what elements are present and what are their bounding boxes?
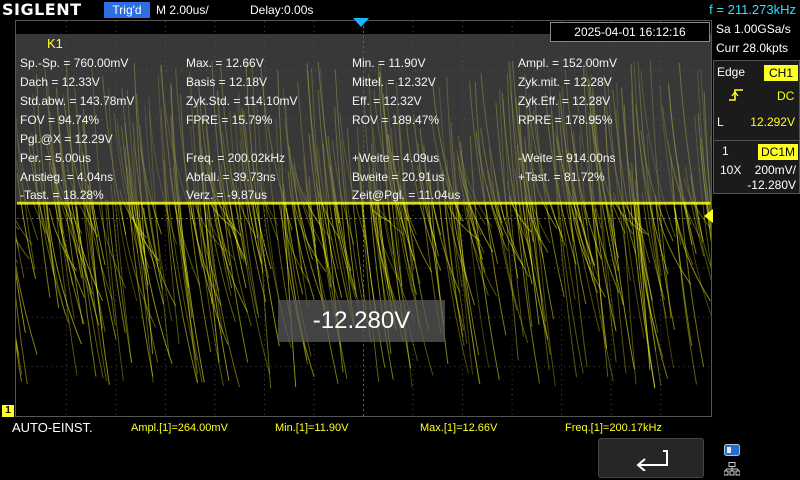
measurement-value: Zyk.Std. = 114.10mV bbox=[186, 94, 298, 108]
measurement-value: Pgl.@X = 12.29V bbox=[20, 132, 113, 146]
measurement-value: Std.abw. = 143.78mV bbox=[20, 94, 135, 108]
measurement-value: Basis = 12.18V bbox=[186, 75, 268, 89]
channel1-settings-box[interactable]: 1 DC1M 10X 200mV/ -12.280V bbox=[713, 140, 800, 194]
datetime-display: 2025-04-01 16:12:16 bbox=[550, 22, 710, 42]
measurement-value: Max. = 12.66V bbox=[186, 56, 264, 70]
measurement-value: Zyk.mit. = 12.28V bbox=[518, 75, 612, 89]
network-icon bbox=[724, 462, 740, 476]
trigger-status-badge[interactable]: Trig'd bbox=[104, 2, 150, 18]
measurement-value: +Weite = 4.09us bbox=[352, 151, 440, 165]
side-panel: Sa 1.00GSa/s Curr 28.0kpts Edge CH1 DC L… bbox=[713, 20, 800, 440]
brand-logo: SIGLENT bbox=[2, 0, 82, 19]
measurement-value: Sp.-Sp. = 760.00mV bbox=[20, 56, 129, 70]
bottom-measurement-1: Ampl.[1]=264.00mV bbox=[131, 422, 228, 434]
measurement-value: -Tast. = 18.28% bbox=[20, 188, 104, 202]
back-arrow-icon bbox=[636, 450, 668, 471]
top-bar: SIGLENT Trig'd M 2.00us/ Delay:0.00s f =… bbox=[0, 0, 800, 20]
measurement-value: RPRE = 178.95% bbox=[518, 113, 613, 127]
channel-coupling-badge: DC1M bbox=[758, 144, 798, 160]
trigger-level-value: 12.292V bbox=[750, 115, 795, 129]
measurement-value: Min. = 11.90V bbox=[352, 56, 426, 70]
trigger-coupling: DC bbox=[777, 89, 795, 103]
back-button[interactable] bbox=[598, 438, 704, 478]
trigger-level-marker[interactable] bbox=[704, 209, 713, 223]
measurement-value: FOV = 94.74% bbox=[20, 113, 100, 127]
measurement-value: Per. = 5.00us bbox=[20, 151, 92, 165]
trigger-position-marker bbox=[353, 18, 369, 27]
measurement-value: Eff. = 12.32V bbox=[352, 94, 422, 108]
memory-depth: Curr 28.0kpts bbox=[716, 41, 789, 55]
timebase-readout[interactable]: M 2.00us/ bbox=[156, 0, 209, 20]
rising-edge-icon bbox=[729, 89, 743, 101]
measurement-value: Bweite = 20.91us bbox=[352, 170, 445, 184]
measurement-panel: K1 Sp.-Sp. = 760.00mV Max. = 12.66V Min. =… bbox=[15, 34, 712, 202]
bottom-measurement-4: Freq.[1]=200.17kHz bbox=[565, 422, 662, 434]
channel-number: 1 bbox=[722, 144, 729, 158]
channel-offset: -12.280V bbox=[747, 178, 796, 192]
bottom-bar: AUTO-EINST. Ampl.[1]=264.00mV Min.[1]=11… bbox=[0, 418, 800, 480]
measurement-value: Zeit@Pgl. = 11.04us bbox=[352, 188, 461, 202]
measurement-panel-title: K1 bbox=[47, 36, 63, 51]
bottom-measurement-3: Max.[1]=12.66V bbox=[420, 422, 498, 434]
sd-card-icon bbox=[724, 444, 740, 456]
probe-attenuation: 10X bbox=[720, 163, 742, 177]
measurement-value: Dach = 12.33V bbox=[20, 75, 100, 89]
ch1-offset-marker[interactable]: 1 bbox=[2, 405, 14, 417]
trigger-source-badge: CH1 bbox=[764, 65, 798, 81]
volts-per-div: 200mV/ bbox=[754, 163, 796, 177]
frequency-counter: f = 211.273kHz bbox=[709, 2, 796, 17]
measurement-value: FPRE = 15.79% bbox=[186, 113, 273, 127]
measurement-value: Zyk.Eff. = 12.28V bbox=[518, 94, 611, 108]
delay-readout[interactable]: Delay:0.00s bbox=[250, 0, 313, 20]
measurement-value: Mittel. = 12.32V bbox=[352, 75, 436, 89]
auto-setup-label: AUTO-EINST. bbox=[12, 420, 93, 435]
offset-readout: -12.280V bbox=[278, 300, 445, 342]
bottom-measurement-2: Min.[1]=11.90V bbox=[275, 422, 349, 434]
trigger-level-label: L bbox=[717, 115, 724, 129]
measurement-value: +Tast. = 81.72% bbox=[518, 170, 605, 184]
measurement-value: -Weite = 914.00ns bbox=[518, 151, 616, 165]
trigger-type: Edge bbox=[717, 65, 746, 79]
measurement-value: Anstieg. = 4.04ns bbox=[20, 170, 114, 184]
measurement-value: Abfall. = 39.73ns bbox=[186, 170, 276, 184]
measurement-value: Ampl. = 152.00mV bbox=[518, 56, 618, 70]
trigger-settings-box[interactable]: Edge CH1 DC L 12.292V bbox=[713, 60, 800, 152]
sample-rate: Sa 1.00GSa/s bbox=[716, 22, 791, 36]
measurement-value: Freq. = 200.02kHz bbox=[186, 151, 286, 165]
measurement-value: ROV = 189.47% bbox=[352, 113, 440, 127]
measurement-value: Verz. = -9.87us bbox=[186, 188, 268, 202]
